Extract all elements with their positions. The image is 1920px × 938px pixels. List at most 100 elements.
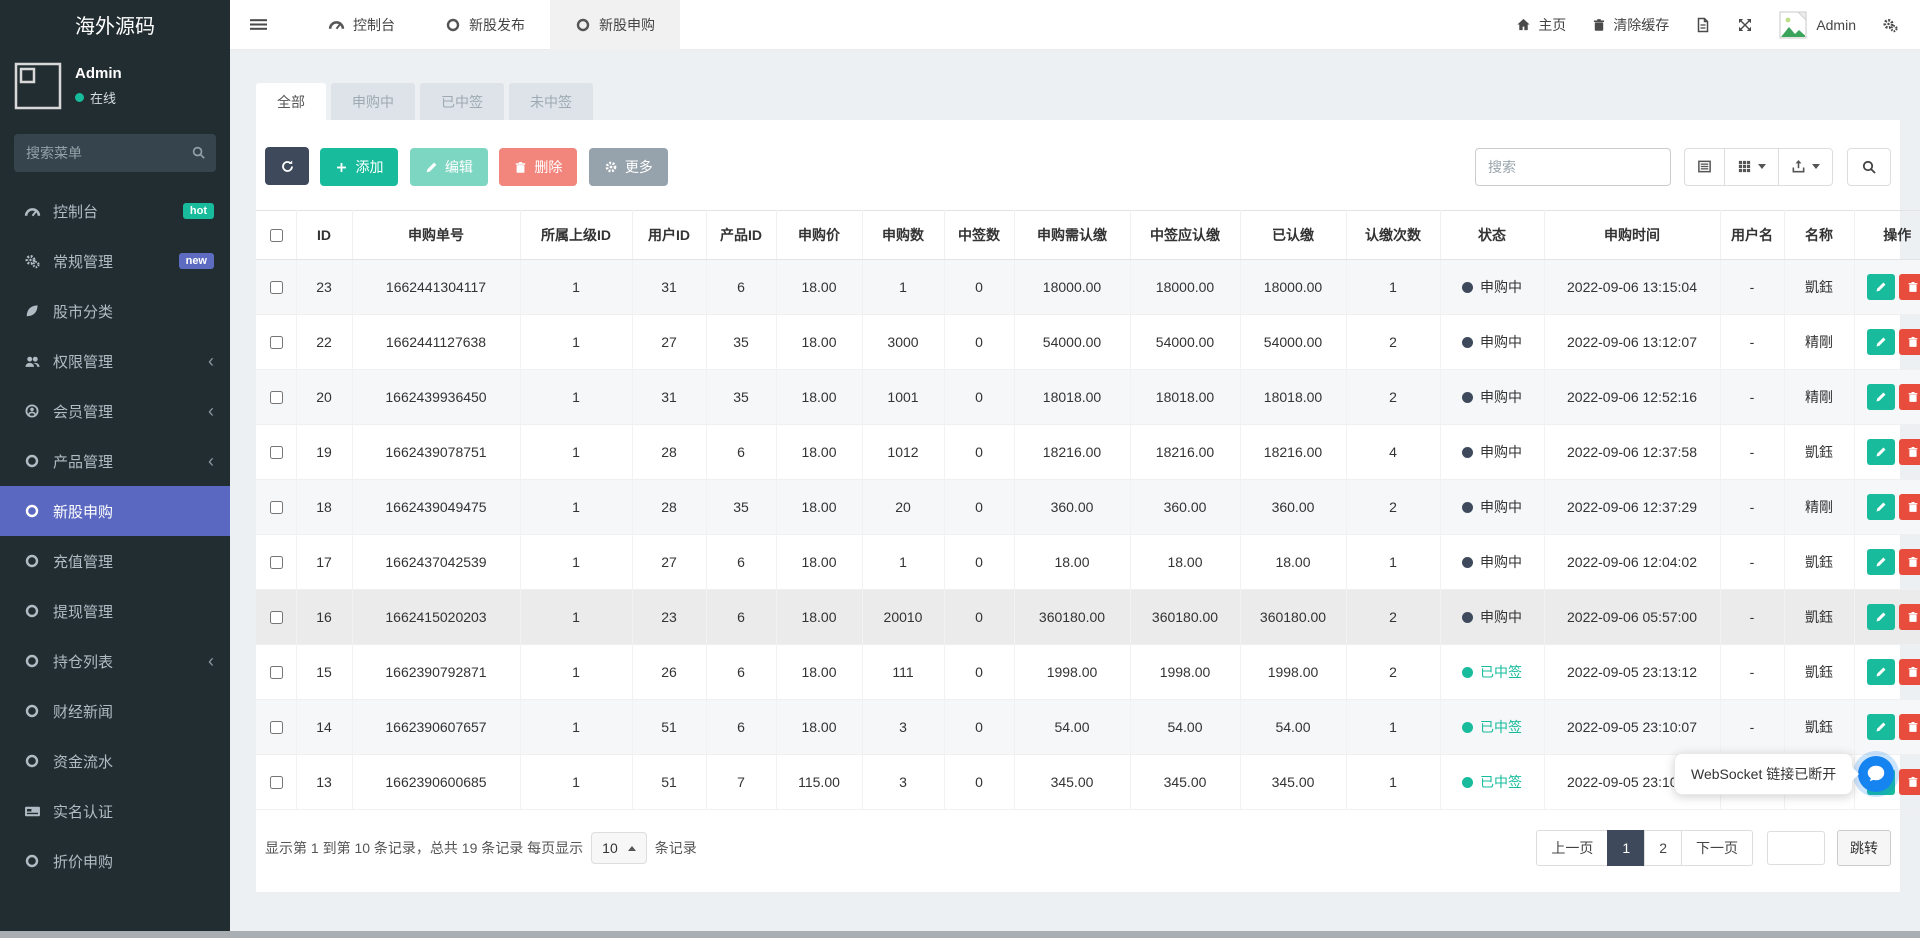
- chat-button[interactable]: [1858, 756, 1894, 792]
- filter-tab[interactable]: 申购中: [331, 83, 415, 120]
- prev-page-button[interactable]: 上一页: [1536, 830, 1608, 866]
- row-checkbox[interactable]: [270, 721, 283, 734]
- row-checkbox[interactable]: [270, 336, 283, 349]
- page-size-select[interactable]: 10: [591, 832, 647, 864]
- settings-gear-icon[interactable]: [1882, 17, 1898, 33]
- column-header[interactable]: 用户ID: [632, 211, 706, 260]
- sidebar-item[interactable]: 充值管理: [0, 536, 230, 586]
- sidebar-item[interactable]: 产品管理‹: [0, 436, 230, 486]
- jump-button[interactable]: 跳转: [1837, 830, 1891, 866]
- navbar-tab[interactable]: 控制台: [303, 0, 420, 50]
- row-checkbox[interactable]: [270, 776, 283, 789]
- horizontal-scrollbar[interactable]: [0, 931, 1920, 938]
- sidebar-item[interactable]: 会员管理‹: [0, 386, 230, 436]
- sidebar-item[interactable]: 控制台hot: [0, 186, 230, 236]
- sidebar-item[interactable]: 提现管理: [0, 586, 230, 636]
- row-edit-button[interactable]: [1867, 604, 1895, 630]
- row-checkbox[interactable]: [270, 281, 283, 294]
- row-checkbox[interactable]: [270, 391, 283, 404]
- row-checkbox[interactable]: [270, 556, 283, 569]
- status-dot-icon: [1462, 557, 1473, 568]
- sidebar-item[interactable]: 常规管理new: [0, 236, 230, 286]
- detail-view-button[interactable]: [1684, 148, 1725, 186]
- sidebar-item[interactable]: 财经新闻: [0, 686, 230, 736]
- sidebar-item[interactable]: 权限管理‹: [0, 336, 230, 386]
- menu-toggle-button[interactable]: [230, 16, 287, 33]
- edit-button[interactable]: 编辑: [410, 148, 488, 186]
- fullscreen-icon[interactable]: [1737, 17, 1753, 33]
- column-header[interactable]: 状态: [1440, 211, 1544, 260]
- page-number-button[interactable]: 1: [1607, 830, 1645, 866]
- menu-search-input[interactable]: [14, 134, 216, 172]
- search-icon[interactable]: [191, 145, 206, 160]
- row-checkbox[interactable]: [270, 446, 283, 459]
- row-delete-button[interactable]: [1899, 604, 1920, 630]
- export-button[interactable]: [1778, 148, 1833, 186]
- column-header[interactable]: 中签数: [944, 211, 1014, 260]
- row-edit-button[interactable]: [1867, 494, 1895, 520]
- page-number-button[interactable]: 2: [1644, 830, 1682, 866]
- page-jump-input[interactable]: [1767, 831, 1825, 865]
- row-checkbox[interactable]: [270, 666, 283, 679]
- search-button[interactable]: [1847, 148, 1891, 186]
- user-menu[interactable]: Admin: [1779, 11, 1856, 39]
- column-header[interactable]: 申购需认缴: [1014, 211, 1130, 260]
- sidebar-item[interactable]: 资金流水: [0, 736, 230, 786]
- more-button[interactable]: 更多: [589, 148, 668, 186]
- sidebar-item[interactable]: 实名认证: [0, 786, 230, 836]
- row-delete-button[interactable]: [1899, 274, 1920, 300]
- sidebar-item[interactable]: 股市分类: [0, 286, 230, 336]
- row-edit-button[interactable]: [1867, 329, 1895, 355]
- row-checkbox[interactable]: [270, 501, 283, 514]
- filter-tab[interactable]: 未中签: [509, 83, 593, 120]
- row-edit-button[interactable]: [1867, 549, 1895, 575]
- table-search-input[interactable]: [1475, 148, 1671, 186]
- row-edit-button[interactable]: [1867, 274, 1895, 300]
- delete-button[interactable]: 删除: [499, 148, 577, 186]
- navbar-tab[interactable]: 新股发布: [420, 0, 550, 50]
- column-header[interactable]: 申购单号: [352, 211, 520, 260]
- columns-button[interactable]: [1724, 148, 1779, 186]
- filter-tab[interactable]: 已中签: [420, 83, 504, 120]
- column-header[interactable]: 操作: [1854, 211, 1920, 260]
- row-edit-button[interactable]: [1867, 659, 1895, 685]
- column-header[interactable]: 中签应认缴: [1130, 211, 1240, 260]
- column-header[interactable]: 产品ID: [706, 211, 776, 260]
- row-delete-button[interactable]: [1899, 439, 1920, 465]
- row-edit-button[interactable]: [1867, 439, 1895, 465]
- document-icon[interactable]: [1695, 17, 1711, 33]
- row-delete-button[interactable]: [1899, 329, 1920, 355]
- cell: 18000.00: [1240, 260, 1346, 315]
- refresh-button[interactable]: [265, 147, 309, 185]
- next-page-button[interactable]: 下一页: [1681, 830, 1753, 866]
- column-header[interactable]: 名称: [1784, 211, 1854, 260]
- column-header[interactable]: 已认缴: [1240, 211, 1346, 260]
- column-header[interactable]: 申购价: [776, 211, 862, 260]
- sidebar-item[interactable]: 持仓列表‹: [0, 636, 230, 686]
- row-delete-button[interactable]: [1899, 714, 1920, 740]
- row-delete-button[interactable]: [1899, 494, 1920, 520]
- clear-cache-link[interactable]: 清除缓存: [1592, 15, 1669, 35]
- column-header[interactable]: ID: [296, 211, 352, 260]
- sidebar-item[interactable]: 折价申购: [0, 836, 230, 886]
- row-edit-button[interactable]: [1867, 714, 1895, 740]
- column-header[interactable]: 用户名: [1720, 211, 1784, 260]
- column-header[interactable]: 申购数: [862, 211, 944, 260]
- home-link[interactable]: 主页: [1516, 15, 1566, 35]
- add-button[interactable]: 添加: [320, 148, 398, 186]
- row-delete-button[interactable]: [1899, 659, 1920, 685]
- row-edit-button[interactable]: [1867, 384, 1895, 410]
- sidebar-item[interactable]: 新股申购: [0, 486, 230, 536]
- column-header[interactable]: 申购时间: [1544, 211, 1720, 260]
- column-header[interactable]: 所属上级ID: [520, 211, 632, 260]
- row-delete-button[interactable]: [1899, 549, 1920, 575]
- select-all-checkbox[interactable]: [270, 229, 283, 242]
- row-delete-button[interactable]: [1899, 384, 1920, 410]
- username-cell: -: [1720, 480, 1784, 535]
- row-delete-button[interactable]: [1899, 769, 1920, 795]
- row-checkbox[interactable]: [270, 611, 283, 624]
- column-header[interactable]: 认缴次数: [1346, 211, 1440, 260]
- filter-tab[interactable]: 全部: [256, 83, 326, 120]
- navbar-tab[interactable]: 新股申购: [550, 0, 680, 50]
- summary-suffix: 条记录: [655, 838, 697, 858]
